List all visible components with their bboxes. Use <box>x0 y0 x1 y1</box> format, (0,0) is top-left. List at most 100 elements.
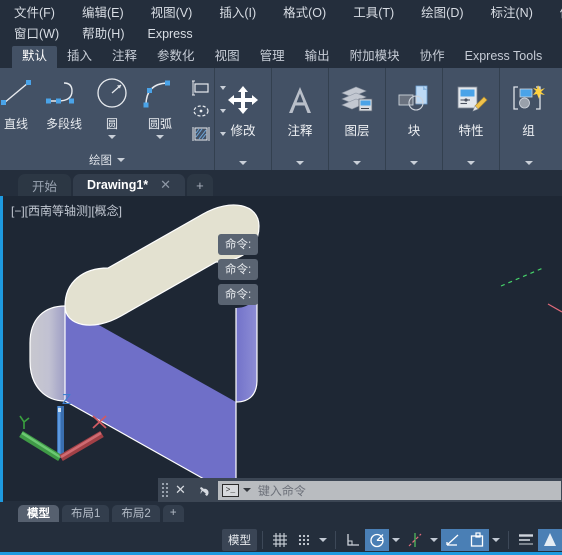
close-icon[interactable]: ✕ <box>169 482 192 498</box>
menu-insert[interactable]: 插入(I) <box>219 3 269 24</box>
ribbon-tab-parametric[interactable]: 参数化 <box>147 46 205 68</box>
ribbon-tab-express-tools[interactable]: Express Tools <box>455 46 553 68</box>
annotation-panel-label: 注释 <box>287 124 313 138</box>
ucs-y-label <box>19 415 30 429</box>
draw-polyline-button[interactable]: 多段线 <box>40 74 88 132</box>
wrench-icon[interactable] <box>192 483 218 497</box>
snap-dropdown-caret[interactable] <box>316 529 330 551</box>
menu-express[interactable]: Express <box>147 24 205 45</box>
ribbon-tab-output[interactable]: 输出 <box>295 46 340 68</box>
layout-tab-model[interactable]: 模型 <box>18 504 59 522</box>
arc-dropdown-caret[interactable] <box>156 135 164 139</box>
menu-help[interactable]: 帮助(H) <box>82 24 137 45</box>
properties-panel-caret[interactable] <box>467 161 475 165</box>
draw-arc-label: 圆弧 <box>147 117 172 131</box>
ribbon-panel-modify[interactable]: 修改 <box>215 68 272 170</box>
layer-panel-caret[interactable] <box>353 161 361 165</box>
polar-tracking-toggle[interactable] <box>365 528 389 551</box>
menu-tools[interactable]: 工具(T) <box>353 3 407 24</box>
ribbon-panel-properties[interactable]: 特性 <box>443 68 500 170</box>
draw-polyline-label: 多段线 <box>45 117 82 131</box>
ribbon-tab-insert[interactable]: 插入 <box>57 46 102 68</box>
new-document-tab-button[interactable]: + <box>187 174 213 196</box>
command-prompt-3: 命令: <box>218 284 259 305</box>
close-icon[interactable]: ✕ <box>160 177 171 193</box>
ucs-icon: Z <box>19 394 107 462</box>
menu-file[interactable]: 文件(F) <box>14 3 68 24</box>
ucs-z-label: Z <box>62 394 71 408</box>
circle-dropdown-caret[interactable] <box>108 135 116 139</box>
menu-bar: 文件(F) 编辑(E) 视图(V) 插入(I) 格式(O) 工具(T) 绘图(D… <box>0 0 562 44</box>
block-icon <box>396 76 432 116</box>
menu-window[interactable]: 窗口(W) <box>14 24 72 45</box>
ribbon-panel-layer[interactable]: 图层 <box>329 68 386 170</box>
draw-line-button[interactable]: 直线 <box>0 74 40 132</box>
ribbon-tab-annotate[interactable]: 注释 <box>102 46 147 68</box>
drawing-canvas[interactable]: [−][西南等轴测][概念] Z 命令: 命令: 命令: <box>3 196 562 501</box>
block-panel-caret[interactable] <box>410 161 418 165</box>
prompt-symbol-icon: >_ <box>221 483 239 497</box>
ribbon-panel-annotation[interactable]: 注释 <box>272 68 329 170</box>
draw-arc-button[interactable]: 圆弧 <box>136 74 184 139</box>
ribbon-panel-block[interactable]: 块 <box>386 68 443 170</box>
document-tab-bar: 开始 Drawing1* ✕ + <box>0 170 562 196</box>
ribbon-tab-home[interactable]: 默认 <box>12 46 58 68</box>
ribbon-panel-strip: 直线 多段线 圆 圆弧 绘图 修改 注释 图层 块 特性 组 <box>0 68 562 170</box>
menu-draw[interactable]: 绘图(D) <box>421 3 476 24</box>
command-input-placeholder: 键入命令 <box>257 483 306 498</box>
doc-tab-drawing1[interactable]: Drawing1* ✕ <box>73 174 186 196</box>
polar-icon <box>368 531 386 549</box>
command-line[interactable]: ✕ >_ 键入命令 <box>158 478 562 502</box>
new-layout-tab-button[interactable]: + <box>162 504 184 522</box>
doc-tab-start[interactable]: 开始 <box>18 174 72 196</box>
status-separator <box>508 530 509 549</box>
layout-tab-layout2[interactable]: 布局2 <box>112 504 160 522</box>
left-accent-bar <box>0 196 3 534</box>
menu-edit[interactable]: 编辑(E) <box>82 3 137 24</box>
ribbon-tab-collaborate[interactable]: 协作 <box>410 46 455 68</box>
ortho-mode-toggle[interactable] <box>341 529 365 551</box>
draw-panel-expand-caret[interactable] <box>117 158 125 162</box>
draw-circle-label: 圆 <box>105 117 118 131</box>
group-panel-caret[interactable] <box>524 161 533 165</box>
text-a-icon <box>283 76 317 116</box>
ucs-dropdown-caret[interactable] <box>489 529 503 551</box>
object-snap-tracking-toggle[interactable] <box>403 529 427 551</box>
ribbon-tab-manage[interactable]: 管理 <box>250 46 295 68</box>
menu-view[interactable]: 视图(V) <box>151 3 206 24</box>
ucs-icon-toggle[interactable] <box>465 528 489 551</box>
annotation-panel-caret[interactable] <box>296 161 304 165</box>
ribbon-tab-view[interactable]: 视图 <box>205 46 250 68</box>
object-snap-toggle[interactable] <box>441 528 465 551</box>
menu-dimension[interactable]: 标注(N) <box>491 3 546 24</box>
ribbon-tab-addins[interactable]: 附加模块 <box>340 46 410 68</box>
draw-line-label: 直线 <box>3 117 28 131</box>
drag-handle-icon[interactable] <box>161 482 169 498</box>
lineweight-toggle[interactable] <box>514 529 538 551</box>
polar-dropdown-caret[interactable] <box>389 529 403 551</box>
modify-panel-caret[interactable] <box>239 161 247 165</box>
draw-panel-title-label: 绘图 <box>89 155 112 167</box>
ucs-x-label <box>92 415 107 429</box>
layout-tab-layout1[interactable]: 布局1 <box>62 504 110 522</box>
command-history-caret[interactable] <box>242 488 251 492</box>
command-input[interactable]: >_ 键入命令 <box>217 480 561 500</box>
command-prompt-bubbles: 命令: 命令: 命令: <box>218 234 259 305</box>
properties-panel-label: 特性 <box>458 124 484 138</box>
draw-circle-button[interactable]: 圆 <box>88 74 136 139</box>
ribbon-panel-group[interactable]: 组 <box>500 68 557 170</box>
properties-icon <box>453 76 489 116</box>
transparency-toggle[interactable] <box>538 528 562 551</box>
snap-mode-toggle[interactable] <box>292 529 316 551</box>
status-model-button[interactable]: 模型 <box>222 528 257 551</box>
menu-format[interactable]: 格式(O) <box>283 3 339 24</box>
draw-panel-title[interactable]: 绘图 <box>0 152 214 168</box>
grid-display-toggle[interactable] <box>268 529 292 551</box>
command-prompt-1: 命令: <box>218 234 259 255</box>
ribbon-tab-featured[interactable]: 精 <box>552 46 562 68</box>
polyline-icon <box>42 74 86 114</box>
group-icon <box>511 76 547 116</box>
osnap-track-dropdown-caret[interactable] <box>427 529 441 551</box>
layers-icon <box>339 76 375 116</box>
transparency-icon <box>541 531 559 549</box>
